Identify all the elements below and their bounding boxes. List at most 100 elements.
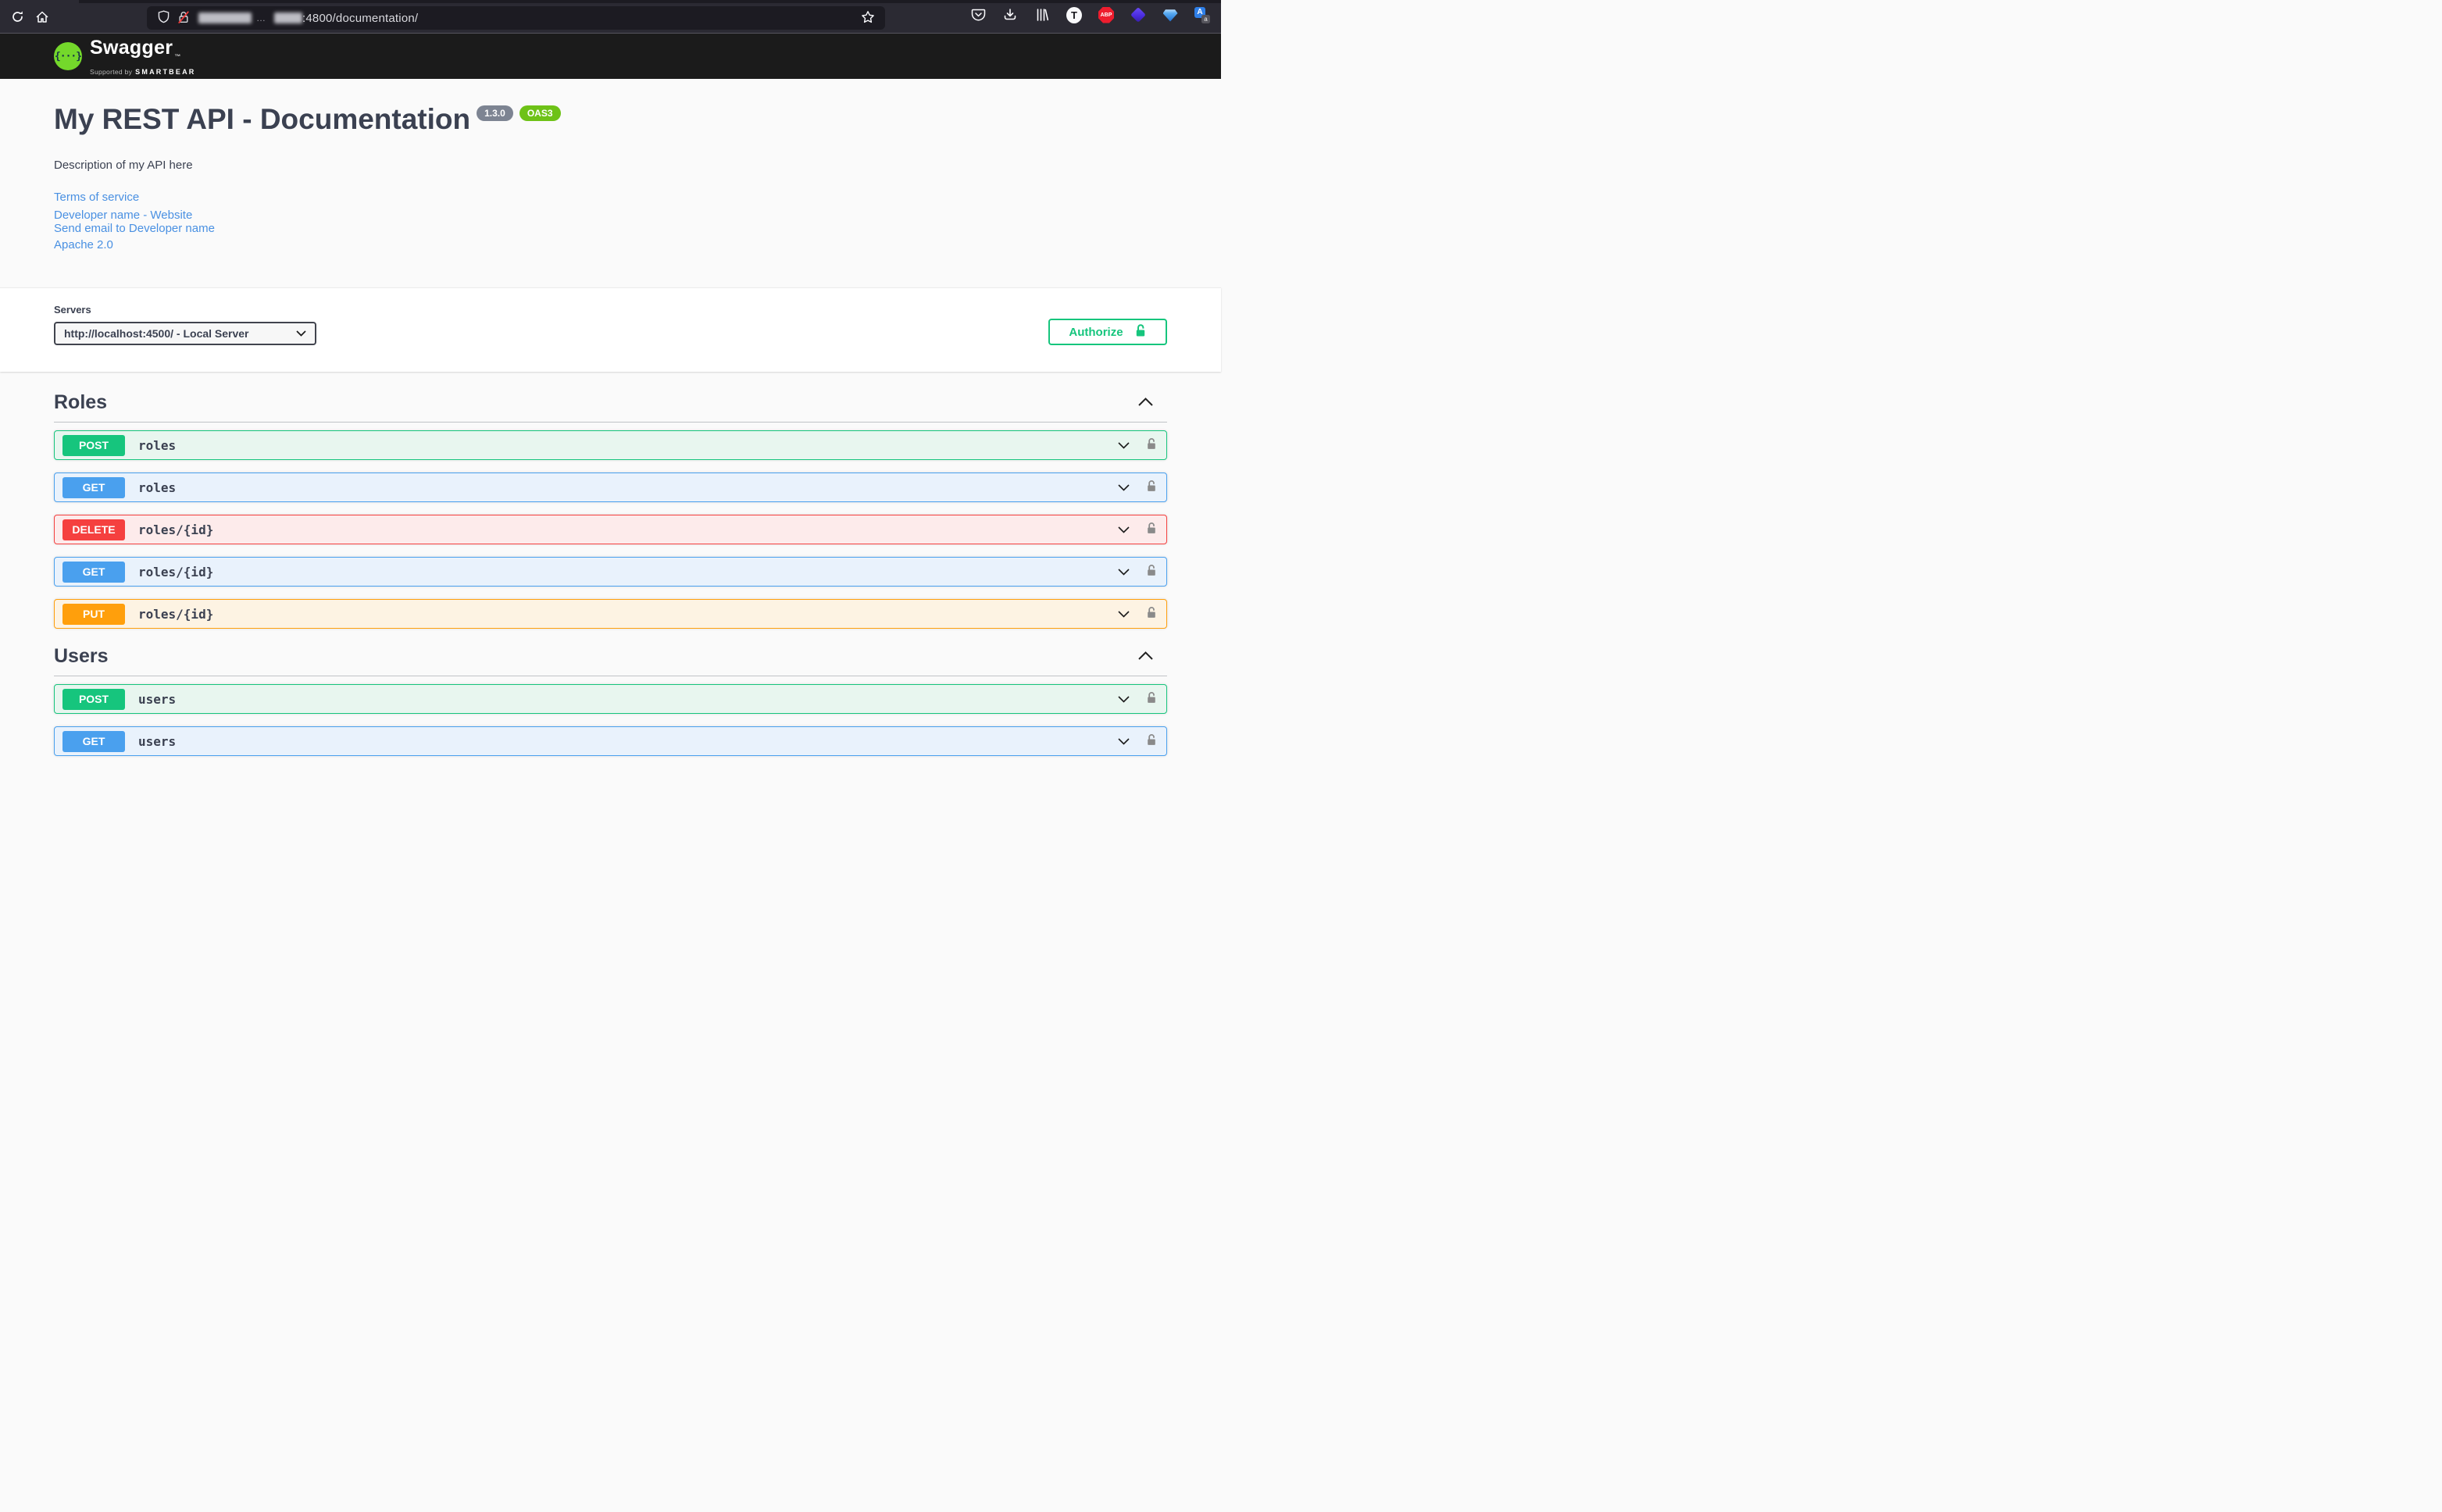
- method-badge: GET: [62, 731, 125, 752]
- unlock-icon: [1146, 606, 1157, 622]
- collapse-section-button[interactable]: [1138, 397, 1153, 408]
- method-badge: GET: [62, 562, 125, 583]
- operation-row[interactable]: POST roles: [54, 430, 1167, 460]
- gem-extension-icon[interactable]: [1162, 7, 1178, 23]
- chevron-down-icon: [296, 330, 306, 337]
- chevron-down-icon: [1118, 694, 1130, 705]
- servers-label: Servers: [54, 304, 316, 316]
- url-visible-suffix: :4800/documentation/: [302, 12, 418, 25]
- developer-website-link[interactable]: Developer name - Website: [54, 209, 192, 222]
- expand-operation-button[interactable]: [1116, 438, 1131, 453]
- reload-button[interactable]: [5, 5, 30, 30]
- home-icon: [35, 10, 49, 27]
- chevron-down-icon: [1118, 482, 1130, 494]
- reload-icon: [11, 10, 24, 26]
- method-badge: POST: [62, 435, 125, 456]
- operations-list: Roles POST roles GET roles DEL: [54, 384, 1167, 759]
- operation-row[interactable]: POST users: [54, 684, 1167, 714]
- expand-operation-button[interactable]: [1116, 607, 1131, 622]
- insecure-connection-button[interactable]: [173, 8, 194, 28]
- auth-lock-button[interactable]: [1144, 436, 1159, 455]
- operation-row[interactable]: GET roles: [54, 472, 1167, 502]
- translate-icon[interactable]: A a: [1194, 7, 1210, 23]
- extension-toolbar: T ABP A a: [970, 6, 1210, 23]
- expand-operation-button[interactable]: [1116, 692, 1131, 707]
- auth-lock-button[interactable]: [1144, 690, 1159, 708]
- operation-row[interactable]: GET roles/{id}: [54, 557, 1167, 587]
- tag-section-users: Users POST users GET users: [54, 638, 1167, 756]
- shield-icon: [158, 10, 170, 26]
- auth-lock-button[interactable]: [1144, 732, 1159, 751]
- operation-path: roles/{id}: [138, 607, 213, 622]
- auth-lock-button[interactable]: [1144, 604, 1159, 623]
- operation-path: roles: [138, 480, 176, 495]
- expand-operation-button[interactable]: [1116, 565, 1131, 579]
- trademark: ™: [174, 53, 180, 60]
- tag-header-users[interactable]: Users: [54, 638, 1167, 676]
- collapse-section-button[interactable]: [1138, 651, 1153, 662]
- expand-operation-button[interactable]: [1116, 734, 1131, 749]
- terms-of-service-link[interactable]: Terms of service: [54, 191, 139, 204]
- unlock-icon: [1134, 323, 1147, 341]
- tag-header-roles[interactable]: Roles: [54, 384, 1167, 423]
- extension-diamond-icon[interactable]: [1130, 7, 1146, 23]
- operation-path: roles/{id}: [138, 522, 213, 537]
- scheme-container: Servers http://localhost:4500/ - Local S…: [0, 287, 1221, 372]
- bookmark-star-button[interactable]: [857, 7, 879, 29]
- auth-lock-button[interactable]: [1144, 520, 1159, 539]
- unlock-icon: [1146, 564, 1157, 579]
- operation-row[interactable]: GET users: [54, 726, 1167, 756]
- unlock-icon: [1146, 437, 1157, 453]
- method-badge: PUT: [62, 604, 125, 625]
- chevron-down-icon: [1118, 608, 1130, 620]
- tagline-prefix: Supported by: [90, 68, 132, 76]
- operation-path: roles: [138, 438, 176, 453]
- chevron-down-icon: [1118, 524, 1130, 536]
- tracking-protection-button[interactable]: [153, 8, 173, 28]
- tag-title: Users: [54, 644, 109, 668]
- insecure-lock-icon: [177, 10, 190, 27]
- oas-badge: OAS3: [519, 105, 561, 121]
- auth-lock-button[interactable]: [1144, 562, 1159, 581]
- servers-block: Servers http://localhost:4500/ - Local S…: [54, 304, 316, 345]
- developer-email-link[interactable]: Send email to Developer name: [54, 222, 215, 235]
- selected-server-option: http://localhost:4500/ - Local Server: [64, 327, 249, 340]
- home-button[interactable]: [30, 5, 55, 30]
- pocket-icon[interactable]: [970, 7, 986, 23]
- method-badge: GET: [62, 477, 125, 498]
- unlock-icon: [1146, 691, 1157, 707]
- version-badge: 1.3.0: [477, 105, 513, 121]
- url-redacted-host: [274, 12, 302, 23]
- operation-row[interactable]: PUT roles/{id}: [54, 599, 1167, 629]
- unlock-icon: [1146, 733, 1157, 749]
- api-description: Description of my API here: [54, 159, 1167, 172]
- url-redacted-host: [198, 12, 252, 23]
- unlock-icon: [1146, 522, 1157, 537]
- expand-operation-button[interactable]: [1116, 480, 1131, 495]
- adblock-icon[interactable]: ABP: [1098, 7, 1114, 23]
- servers-select[interactable]: http://localhost:4500/ - Local Server: [54, 322, 316, 345]
- brand-name: Swagger: [90, 37, 173, 59]
- tag-title: Roles: [54, 390, 107, 414]
- chevron-down-icon: [1118, 440, 1130, 451]
- auth-lock-button[interactable]: [1144, 478, 1159, 497]
- tagline-brand: SMARTBEAR: [135, 68, 195, 76]
- expand-operation-button[interactable]: [1116, 522, 1131, 537]
- authorize-button[interactable]: Authorize: [1048, 319, 1167, 345]
- method-badge: POST: [62, 689, 125, 710]
- swagger-logo[interactable]: {···} Swagger™ Supported bySMARTBEAR: [54, 37, 1167, 76]
- profile-icon[interactable]: T: [1066, 7, 1082, 23]
- swagger-logo-icon: {···}: [54, 42, 82, 70]
- library-icon[interactable]: [1034, 7, 1050, 23]
- authorize-label: Authorize: [1069, 326, 1123, 339]
- url-bar[interactable]: … :4800/documentation/: [147, 6, 885, 30]
- chevron-down-icon: [1118, 566, 1130, 578]
- method-badge: DELETE: [62, 519, 125, 540]
- url-text[interactable]: … :4800/documentation/: [198, 12, 418, 25]
- downloads-icon[interactable]: [1002, 7, 1018, 23]
- page-title: My REST API - Documentation: [54, 102, 470, 137]
- operation-path: users: [138, 734, 176, 749]
- unlock-icon: [1146, 480, 1157, 495]
- license-link[interactable]: Apache 2.0: [54, 238, 113, 251]
- operation-row[interactable]: DELETE roles/{id}: [54, 515, 1167, 544]
